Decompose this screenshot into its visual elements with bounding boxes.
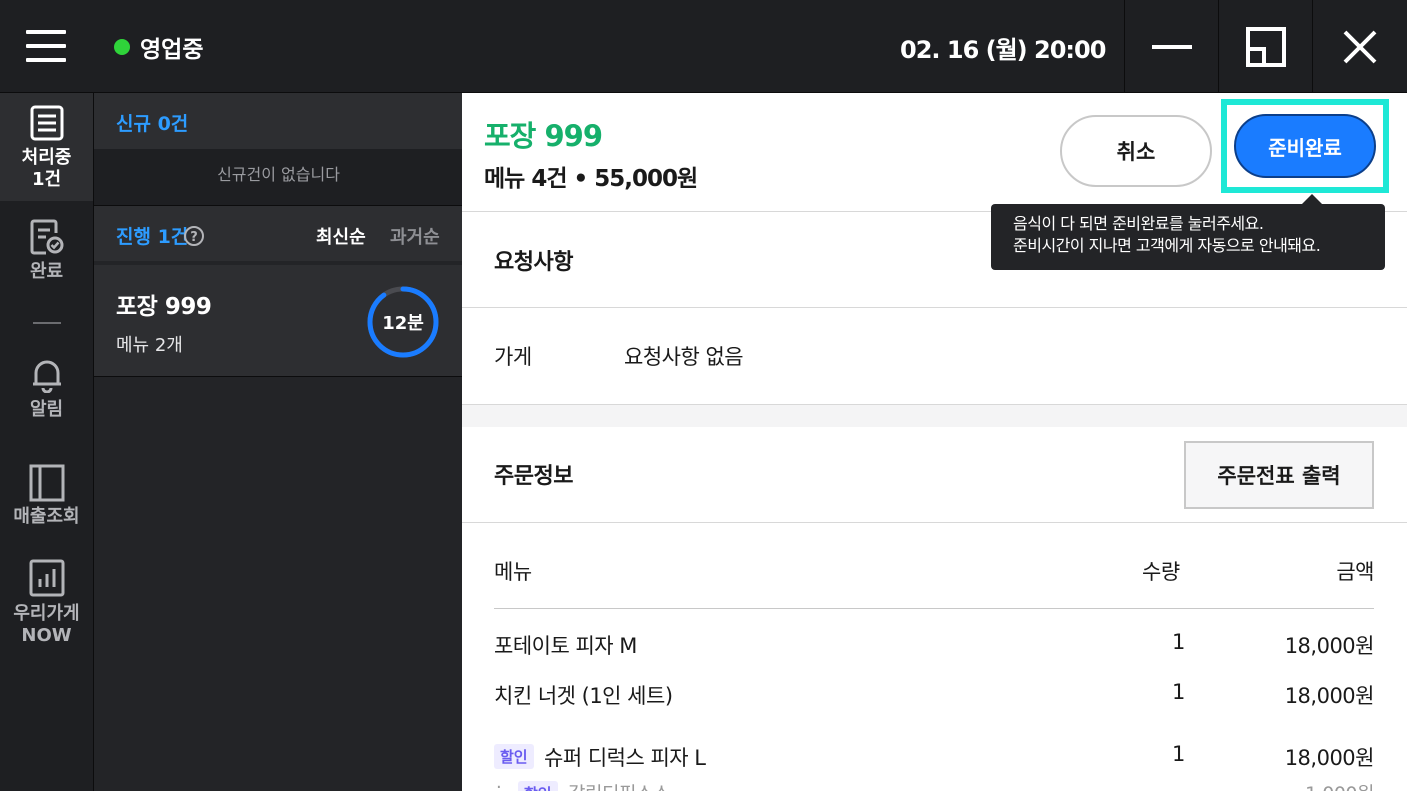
sidebar-label-alerts: 알림 [29,399,64,420]
item-amount: 18,000원 [1284,746,1375,770]
new-orders-empty-message: 신규건이 없습니다 [94,149,463,205]
sidebar-item-processing[interactable]: 처리중 1건 [0,93,93,201]
item-name: 포테이토 피자 M [494,634,637,658]
tooltip-arrow [1302,194,1322,204]
in-progress-header: 진행 1건 ? 최신순 과거순 [94,205,463,261]
store-status-label: 영업중 [140,37,204,63]
order-timer-text: 12분 [382,313,424,334]
column-qty: 수량 [1142,560,1180,584]
sub-item-amount: 1,000원 [1214,779,1374,791]
close-button[interactable] [1312,0,1406,93]
svg-text:?: ? [190,230,198,245]
close-icon [1343,30,1376,63]
ledger-icon [29,464,64,502]
divider [494,608,1374,609]
request-store-label: 가게 [494,345,532,369]
document-list-icon [30,105,63,141]
item-name: 치킨 너겟 (1인 세트) [494,684,673,708]
sub-item-bullet: · [496,777,502,791]
order-detail-panel: 포장 999 메뉴 4건 • 55,000원 취소 준비완료 음식이 다 되면 … [462,93,1407,791]
item-qty: 1 [1172,680,1185,704]
tooltip-line-2: 준비시간이 지나면 고객에게 자동으로 안내돼요. [1013,236,1321,255]
item-amount: 18,000원 [1284,684,1375,708]
sort-latest-button[interactable]: 최신순 [316,223,366,249]
restore-button[interactable] [1218,0,1312,93]
divider [462,307,1407,308]
sidebar-item-store-now[interactable]: 우리가게 NOW [0,559,93,659]
sidebar-label-completed: 완료 [29,261,64,282]
new-orders-header: 신규 0건 [94,93,463,149]
bell-icon [32,360,61,393]
document-check-icon [30,219,63,255]
order-card[interactable]: 포장 999 메뉴 2개 12분 [94,265,463,377]
request-store-value: 요청사항 없음 [624,345,744,369]
new-orders-title: 신규 0건 [116,113,189,135]
order-timer: 12분 [366,285,440,359]
status-dot-icon [114,39,130,55]
ready-complete-button[interactable]: 준비완료 [1234,114,1376,178]
in-progress-title: 진행 1건 [116,226,189,248]
order-title: 포장 999 [484,119,603,153]
bar-chart-icon [29,559,64,597]
minimize-icon [1151,44,1192,49]
order-card-title: 포장 999 [116,294,212,320]
sidebar-label-processing: 처리중 [21,147,72,168]
column-menu: 메뉴 [494,560,532,584]
ready-button-highlight: 준비완료 [1221,99,1389,193]
sidebar-label-store-now-line2: NOW [21,625,72,646]
store-status[interactable]: 영업중 [114,30,203,64]
current-datetime: 02. 16 (월) 20:00 [900,36,1106,64]
order-card-menu-count: 메뉴 2개 [116,335,183,356]
order-summary: 메뉴 4건 • 55,000원 [484,166,698,192]
sidebar-divider [33,322,61,324]
discount-badge: 할인 [518,781,558,791]
item-name: 슈퍼 디럭스 피자 L [544,746,706,770]
hamburger-menu-icon[interactable] [26,30,66,62]
sidebar-item-alerts[interactable]: 알림 [0,357,93,437]
tooltip-line-1: 음식이 다 되면 준비완료를 눌러주세요. [1013,214,1264,233]
sidebar-item-sales[interactable]: 매출조회 [0,464,93,544]
print-receipt-button[interactable]: 주문전표 출력 [1184,441,1374,509]
cancel-button[interactable]: 취소 [1060,115,1212,187]
sidebar-label-store-now: 우리가게 [13,603,80,624]
order-list-panel: 신규 0건 신규건이 없습니다 진행 1건 ? 최신순 과거순 포장 999 메… [93,93,463,791]
discount-badge: 할인 [494,744,534,769]
top-bar: 영업중 02. 16 (월) 20:00 [0,0,1407,93]
sub-item-name: 갈릭디핑소스 [568,779,670,791]
order-info-title: 주문정보 [494,464,573,489]
section-gap [462,405,1407,427]
help-icon[interactable]: ? [183,225,205,247]
item-amount: 18,000원 [1284,634,1375,658]
item-qty: 1 [1172,630,1185,654]
sidebar: 처리중 1건 완료 알림 매출조회 우리가게 NOW [0,93,93,791]
divider [462,522,1407,523]
request-section-title: 요청사항 [494,250,573,275]
item-qty: 1 [1172,742,1185,766]
minimize-button[interactable] [1124,0,1218,93]
sidebar-label-sales: 매출조회 [13,506,80,527]
ready-tooltip: 음식이 다 되면 준비완료를 눌러주세요. 준비시간이 지나면 고객에게 자동으… [991,204,1385,270]
sidebar-item-completed[interactable]: 완료 [0,219,93,299]
restore-window-icon [1245,26,1286,67]
column-amount: 금액 [1336,560,1374,584]
sort-oldest-button[interactable]: 과거순 [390,223,440,249]
sidebar-count-processing: 1건 [31,169,62,190]
